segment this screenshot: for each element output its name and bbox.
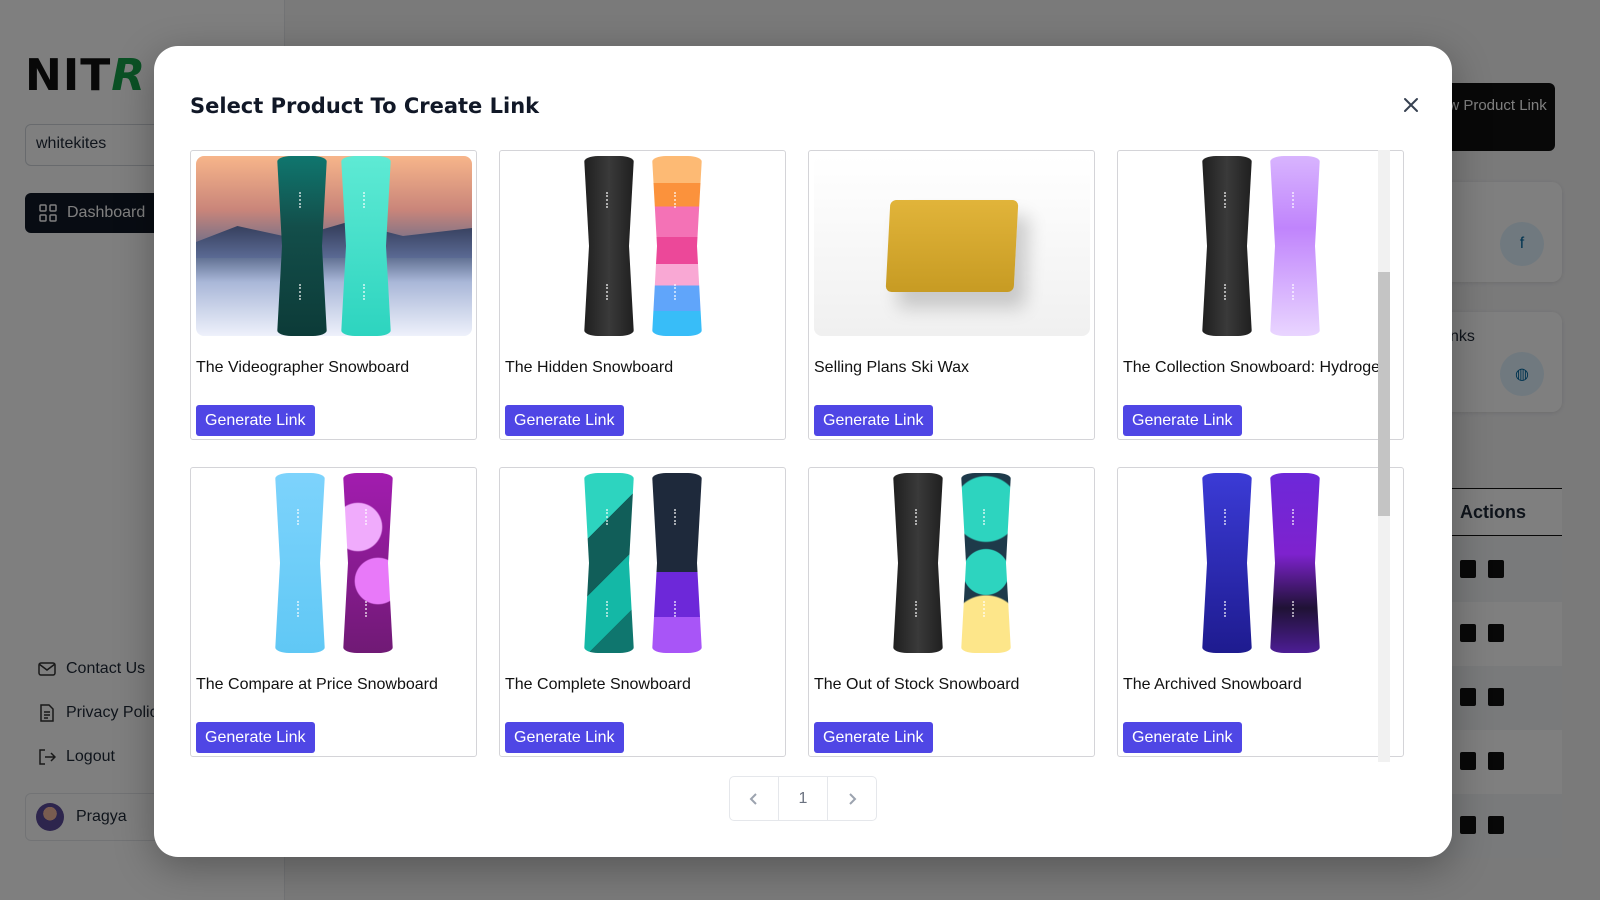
- generate-link-button[interactable]: Generate Link: [505, 405, 624, 436]
- close-button[interactable]: [1399, 93, 1423, 117]
- prev-page-button[interactable]: [730, 777, 778, 820]
- generate-link-button[interactable]: Generate Link: [814, 405, 933, 436]
- generate-link-button[interactable]: Generate Link: [1123, 405, 1242, 436]
- scrollbar-thumb[interactable]: [1378, 272, 1390, 516]
- product-card: The Complete Snowboard Generate Link: [499, 467, 786, 757]
- product-title: The Hidden Snowboard: [505, 359, 674, 376]
- product-grid: The Videographer Snowboard Generate Link…: [190, 150, 1404, 762]
- pagination: 1: [729, 776, 877, 821]
- product-card: The Compare at Price Snowboard Generate …: [190, 467, 477, 757]
- next-page-button[interactable]: [828, 777, 876, 820]
- product-card: The Videographer Snowboard Generate Link: [190, 150, 477, 440]
- product-card: The Collection Snowboard: Hydrogen Gener…: [1117, 150, 1404, 440]
- generate-link-button[interactable]: Generate Link: [814, 722, 933, 753]
- product-image: [196, 473, 472, 653]
- current-page[interactable]: 1: [778, 777, 828, 820]
- close-icon: [1404, 98, 1418, 112]
- product-title: The Archived Snowboard: [1123, 676, 1302, 693]
- product-image: [196, 156, 472, 336]
- product-title: Selling Plans Ski Wax: [814, 359, 970, 376]
- modal-title: Select Product To Create Link: [190, 94, 540, 118]
- product-title: The Collection Snowboard: Hydrogen: [1123, 359, 1389, 376]
- product-title: The Complete Snowboard: [505, 676, 691, 693]
- product-title: The Out of Stock Snowboard: [814, 676, 1020, 693]
- chevron-right-icon: [849, 792, 857, 805]
- product-card: The Hidden Snowboard Generate Link: [499, 150, 786, 440]
- product-image: [1123, 473, 1399, 653]
- product-card: The Out of Stock Snowboard Generate Link: [808, 467, 1095, 757]
- product-image: [505, 473, 781, 653]
- product-title: The Compare at Price Snowboard: [196, 676, 438, 693]
- chevron-left-icon: [749, 792, 757, 805]
- product-image: [1123, 156, 1399, 336]
- generate-link-button[interactable]: Generate Link: [196, 722, 315, 753]
- product-title: The Videographer Snowboard: [196, 359, 410, 376]
- generate-link-button[interactable]: Generate Link: [1123, 722, 1242, 753]
- product-image: [814, 156, 1090, 336]
- select-product-modal: Select Product To Create Link The Videog…: [154, 46, 1452, 857]
- product-card: The Archived Snowboard Generate Link: [1117, 467, 1404, 757]
- product-image: [814, 473, 1090, 653]
- generate-link-button[interactable]: Generate Link: [505, 722, 624, 753]
- product-card: Selling Plans Ski Wax Generate Link: [808, 150, 1095, 440]
- product-image: [505, 156, 781, 336]
- generate-link-button[interactable]: Generate Link: [196, 405, 315, 436]
